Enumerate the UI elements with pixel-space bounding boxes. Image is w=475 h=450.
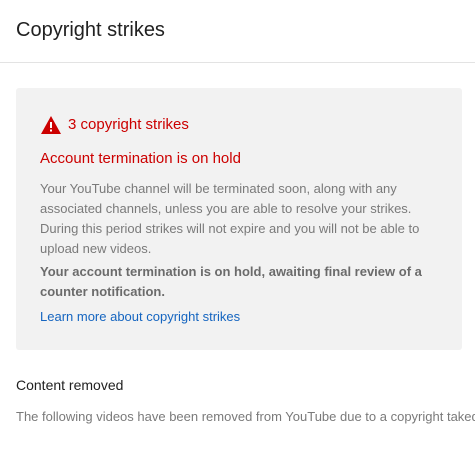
strike-count-label: 3 copyright strikes [68,116,189,133]
content-removed-description: The following videos have been removed f… [16,409,475,424]
copyright-strikes-page: Copyright strikes 3 copyright strikes Ac… [0,0,475,450]
page-header: Copyright strikes [0,0,475,63]
hold-note-line: counter notification. [40,284,165,299]
content-removed-heading: Content removed [16,377,124,393]
termination-description-line: upload new videos. [40,241,152,256]
termination-description-line: associated channels, unless you are able… [40,201,412,216]
termination-hold-note: Your account termination is on hold, awa… [40,262,440,302]
strike-status-card: 3 copyright strikes Account termination … [16,88,462,350]
warning-triangle-icon [41,116,61,134]
termination-description-line: Your YouTube channel will be terminated … [40,181,397,196]
page-title: Copyright strikes [16,19,165,41]
learn-more-copyright-strikes-link[interactable]: Learn more about copyright strikes [40,309,240,324]
termination-heading: Account termination is on hold [40,150,241,167]
termination-description-line: During this period strikes will not expi… [40,221,420,236]
hold-note-line: Your account termination is on hold, awa… [40,264,422,279]
termination-description: Your YouTube channel will be terminated … [40,179,440,259]
